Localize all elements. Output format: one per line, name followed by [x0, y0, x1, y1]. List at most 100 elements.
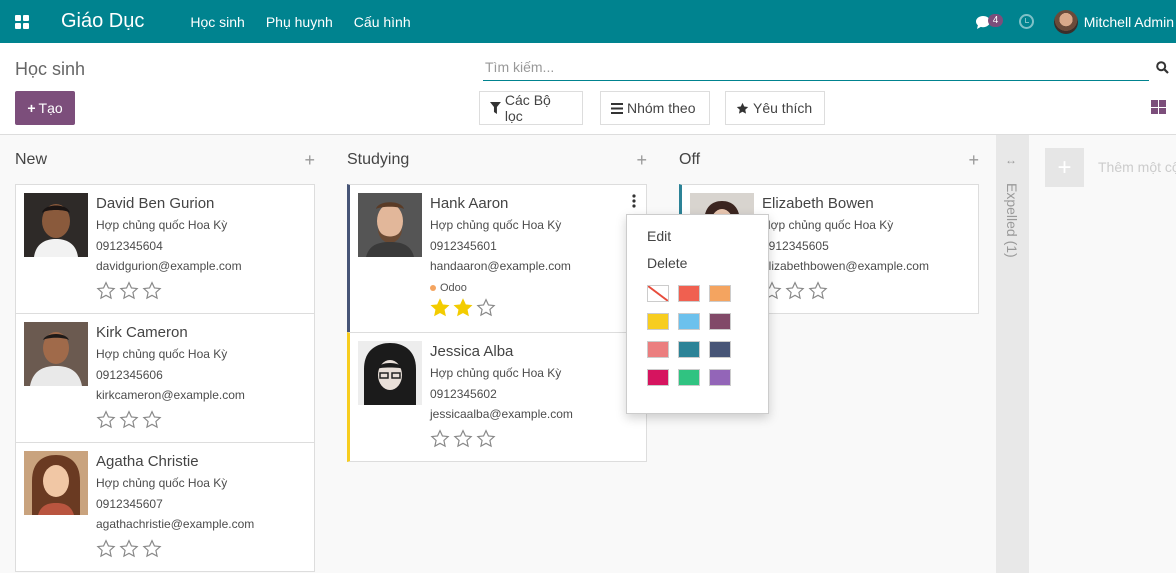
color-swatch[interactable]: [678, 341, 700, 358]
app-brand[interactable]: Giáo Dục: [61, 10, 144, 33]
student-photo: [358, 341, 422, 405]
card-country: Hợp chủng quốc Hoa Kỳ: [430, 218, 562, 232]
delete-menu-item[interactable]: Delete: [627, 250, 768, 277]
star-empty-icon[interactable]: [119, 409, 139, 430]
menu-item-parents[interactable]: Phụ huynh: [266, 14, 333, 30]
priority-stars: [430, 428, 573, 449]
star-empty-icon[interactable]: [96, 280, 116, 301]
card-name: Agatha Christie: [96, 453, 199, 470]
control-panel: Học sinh + Tạo Tìm kiếm... Các Bộ lọc Nh…: [0, 43, 1176, 135]
color-swatch[interactable]: [709, 341, 731, 358]
student-photo: [24, 451, 88, 515]
kanban-card[interactable]: Kirk Cameron Hợp chủng quốc Hoa Kỳ 09123…: [15, 313, 315, 443]
color-swatch[interactable]: [647, 313, 669, 330]
star-empty-icon[interactable]: [142, 538, 162, 559]
activity-clock-icon[interactable]: [1018, 14, 1034, 29]
star-filled-icon[interactable]: [453, 297, 473, 318]
bars-icon: [611, 102, 623, 114]
kanban-card[interactable]: Jessica Alba Hợp chủng quốc Hoa Kỳ 09123…: [347, 332, 647, 462]
card-menu-icon[interactable]: [628, 193, 640, 209]
card-country: Hợp chủng quốc Hoa Kỳ: [430, 366, 562, 380]
column-header: Off +: [679, 135, 979, 185]
card-email: agathachristie@example.com: [96, 517, 255, 531]
card-email: jessicaalba@example.com: [430, 407, 573, 421]
kanban-board: New + David Ben Gurion Hợp chủng quốc Ho…: [0, 135, 1176, 573]
color-swatch[interactable]: [678, 285, 700, 302]
user-name[interactable]: Mitchell Admin: [1084, 14, 1174, 30]
star-empty-icon[interactable]: [430, 428, 450, 449]
card-country: Hợp chủng quốc Hoa Kỳ: [96, 476, 228, 490]
color-swatch[interactable]: [709, 285, 731, 302]
search-input[interactable]: Tìm kiếm...: [483, 59, 1149, 81]
search-icon[interactable]: [1156, 61, 1169, 74]
star-empty-icon[interactable]: [96, 409, 116, 430]
chat-count-badge: 4: [987, 13, 1004, 27]
color-swatch[interactable]: [678, 313, 700, 330]
favorites-button[interactable]: Yêu thích: [725, 91, 825, 125]
menu-item-config[interactable]: Cấu hình: [354, 14, 411, 30]
quick-create-icon[interactable]: +: [636, 150, 647, 171]
priority-stars: [96, 538, 254, 559]
star-empty-icon[interactable]: [119, 538, 139, 559]
card-name: Elizabeth Bowen: [762, 195, 874, 212]
card-email: elizabethbowen@example.com: [762, 259, 929, 273]
page-title: Học sinh: [15, 59, 86, 79]
favorites-label: Yêu thích: [753, 100, 813, 116]
color-swatch[interactable]: [709, 369, 731, 386]
user-avatar[interactable]: [1053, 9, 1078, 34]
star-empty-icon[interactable]: [119, 280, 139, 301]
card-phone: 0912345607: [96, 496, 163, 511]
priority-stars: [430, 297, 571, 318]
apps-menu-icon[interactable]: [15, 14, 29, 29]
priority-stars: [96, 280, 242, 301]
main-menu: Học sinh Phụ huynh Cấu hình: [190, 14, 431, 30]
color-swatch[interactable]: [647, 369, 669, 386]
star-empty-icon[interactable]: [476, 428, 496, 449]
star-empty-icon[interactable]: [808, 280, 828, 301]
card-name: Hank Aaron: [430, 195, 509, 212]
quick-create-icon[interactable]: +: [304, 150, 315, 171]
student-photo: [358, 193, 422, 257]
card-tag: Odoo: [430, 279, 571, 297]
folded-column-label: Expelled (1): [1004, 183, 1020, 258]
star-empty-icon[interactable]: [142, 409, 162, 430]
kanban-card[interactable]: Agatha Christie Hợp chủng quốc Hoa Kỳ 09…: [15, 442, 315, 572]
chat-icon[interactable]: 4: [975, 12, 1004, 32]
star-empty-icon[interactable]: [142, 280, 162, 301]
card-country: Hợp chủng quốc Hoa Kỳ: [762, 218, 894, 232]
card-phone: 0912345602: [430, 386, 497, 401]
filters-button[interactable]: Các Bộ lọc: [479, 91, 583, 125]
kanban-view-icon[interactable]: [1151, 100, 1166, 114]
expand-arrows-icon: ↔: [1005, 153, 1017, 167]
priority-stars: [762, 280, 929, 301]
star-empty-icon[interactable]: [785, 280, 805, 301]
create-label: Tạo: [38, 100, 63, 116]
card-phone: 0912345601: [430, 238, 497, 253]
edit-menu-item[interactable]: Edit: [627, 223, 768, 250]
star-empty-icon[interactable]: [96, 538, 116, 559]
color-swatch[interactable]: [647, 341, 669, 358]
priority-stars: [96, 409, 245, 430]
student-photo: [24, 322, 88, 386]
card-name: Kirk Cameron: [96, 324, 188, 341]
quick-create-icon[interactable]: +: [968, 150, 979, 171]
card-phone: 0912345604: [96, 238, 163, 253]
kanban-card[interactable]: David Ben Gurion Hợp chủng quốc Hoa Kỳ 0…: [15, 184, 315, 314]
folded-column-expelled[interactable]: ↔ Expelled (1): [996, 135, 1029, 573]
filters-label: Các Bộ lọc: [504, 92, 551, 124]
create-button[interactable]: + Tạo: [15, 91, 75, 125]
no-color-swatch[interactable]: [647, 285, 669, 302]
color-swatch[interactable]: [678, 369, 700, 386]
add-column-button[interactable]: +: [1045, 148, 1084, 187]
group-by-button[interactable]: Nhóm theo: [600, 91, 710, 125]
menu-item-students[interactable]: Học sinh: [190, 14, 244, 30]
card-country: Hợp chủng quốc Hoa Kỳ: [96, 347, 228, 361]
column-title: Studying: [347, 151, 410, 168]
card-dropdown-menu: Edit Delete: [626, 214, 769, 414]
kanban-card[interactable]: Hank Aaron Hợp chủng quốc Hoa Kỳ 0912345…: [347, 184, 647, 333]
color-swatch[interactable]: [709, 313, 731, 330]
add-column-label[interactable]: Thêm một cột: [1098, 159, 1176, 175]
star-empty-icon[interactable]: [453, 428, 473, 449]
star-filled-icon[interactable]: [430, 297, 450, 318]
star-empty-icon[interactable]: [476, 297, 496, 318]
